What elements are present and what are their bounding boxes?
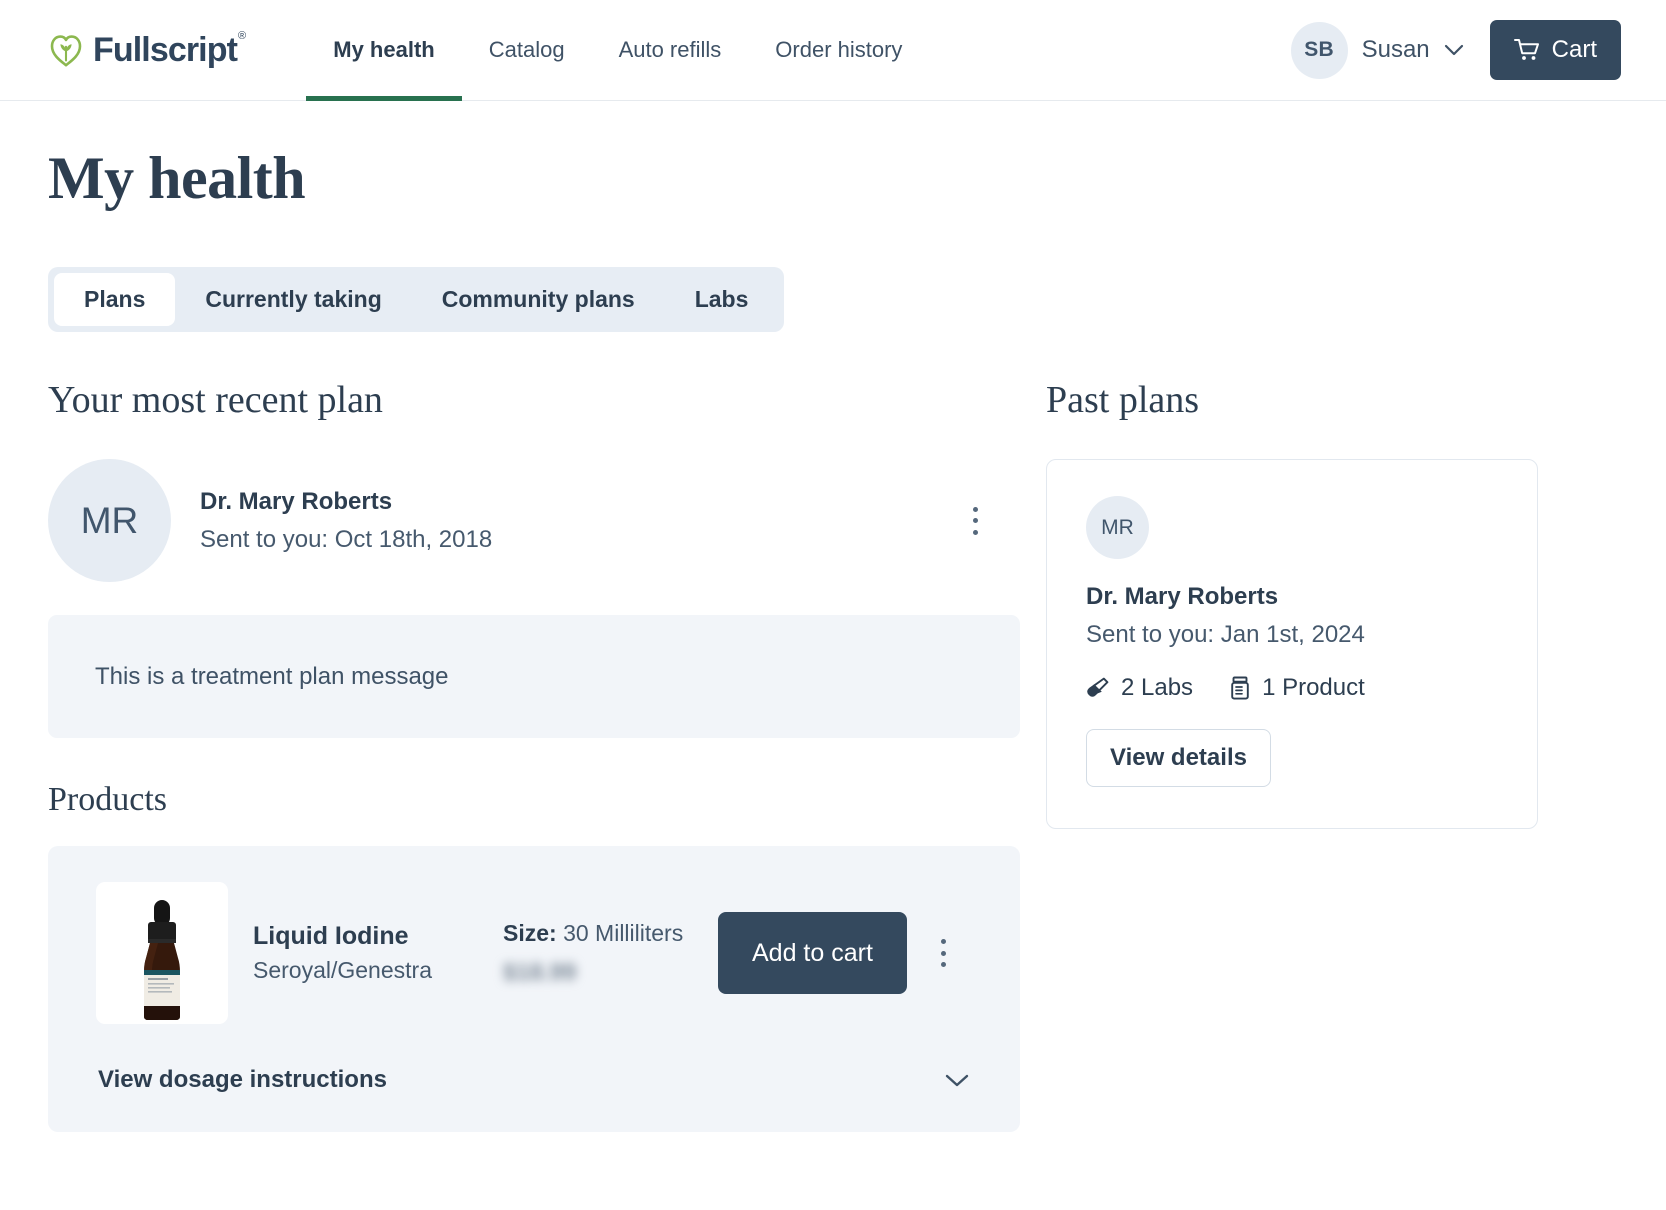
product-name: Liquid Iodine xyxy=(253,922,409,950)
kebab-dot xyxy=(972,529,978,535)
kebab-dot xyxy=(941,962,947,967)
top-navigation-bar: Fullscript® My health Catalog Auto refil… xyxy=(0,0,1666,101)
practitioner-avatar: MR xyxy=(48,459,171,582)
practitioner-name: Dr. Mary Roberts xyxy=(200,487,393,515)
past-plan-products-label: 1 Product xyxy=(1262,674,1365,701)
plan-options-menu-button[interactable] xyxy=(962,504,988,538)
tab-bar: Plans Currently taking Community plans L… xyxy=(48,267,785,332)
my-health-page: Fullscript® My health Catalog Auto refil… xyxy=(0,0,1666,1210)
product-size: Size: 30 Milliliters xyxy=(503,920,718,947)
nav-item-label: Auto refills xyxy=(618,37,722,62)
main-content: My health Plans Currently taking Communi… xyxy=(0,144,1666,1132)
past-plan-labs-stat: 2 Labs xyxy=(1086,674,1193,702)
nav-item-my-health[interactable]: My health xyxy=(306,0,463,101)
past-plan-card: MR Dr. Mary Roberts Sent to you: Jan 1st… xyxy=(1046,459,1538,829)
fullscript-logo[interactable]: Fullscript® xyxy=(48,29,246,69)
treatment-plan-message: This is a treatment plan message xyxy=(95,662,449,690)
product-image[interactable] xyxy=(96,882,228,1024)
past-plan-sent-date: Sent to you: Jan 1st, 2024 xyxy=(1086,621,1365,648)
past-plan-practitioner: Dr. Mary Roberts xyxy=(1086,583,1279,610)
brand-name: Fullscript® xyxy=(93,29,246,69)
plan-header-text: Dr. Mary Roberts Sent to you: Oct 18th, … xyxy=(200,488,492,554)
product-size-value: 30 Milliliters xyxy=(563,919,684,946)
nav-item-auto-refills[interactable]: Auto refills xyxy=(592,0,749,101)
recent-plan-column: Your most recent plan MR Dr. Mary Robert… xyxy=(48,378,1020,1132)
content-columns: Your most recent plan MR Dr. Mary Robert… xyxy=(48,378,1618,1132)
product-brand: Seroyal/Genestra xyxy=(253,957,432,983)
pill-bottle-icon xyxy=(1231,676,1249,700)
past-plan-labs-label: 2 Labs xyxy=(1121,674,1194,701)
page-title: My health xyxy=(48,145,306,211)
tab-plans[interactable]: Plans xyxy=(54,273,176,326)
kebab-dot xyxy=(972,506,978,512)
product-row: Liquid Iodine Seroyal/Genestra Size: 30 … xyxy=(96,882,972,1024)
avatar: SB xyxy=(1290,21,1348,79)
past-plan-products-stat: 1 Product xyxy=(1229,674,1365,702)
plan-header: MR Dr. Mary Roberts Sent to you: Oct 18t… xyxy=(48,459,1020,582)
treatment-plan-message-box: This is a treatment plan message xyxy=(48,615,1020,738)
tab-label: Community plans xyxy=(441,286,635,312)
nav-item-label: Catalog xyxy=(488,37,565,62)
view-details-button[interactable]: View details xyxy=(1086,729,1271,787)
past-plan-stats: 2 Labs 1 Product xyxy=(1086,674,1498,702)
test-tube-icon xyxy=(1087,677,1109,697)
chevron-down-icon xyxy=(945,1074,969,1086)
user-name-label: Susan xyxy=(1361,36,1430,63)
cart-label: Cart xyxy=(1551,36,1597,63)
add-to-cart-button[interactable]: Add to cart xyxy=(718,912,907,994)
shopping-cart-icon xyxy=(1513,39,1539,60)
trademark-symbol: ® xyxy=(238,29,246,42)
main-nav-links: My health Catalog Auto refills Order his… xyxy=(306,0,929,101)
product-titles: Liquid Iodine Seroyal/Genestra xyxy=(253,922,503,984)
tab-currently-taking[interactable]: Currently taking xyxy=(175,273,411,326)
product-meta: Size: 30 Milliliters $18.99 xyxy=(503,920,718,987)
plan-sent-date: Sent to you: Oct 18th, 2018 xyxy=(200,525,493,553)
kebab-dot xyxy=(941,939,947,944)
nav-item-label: My health xyxy=(333,37,435,62)
tab-label: Plans xyxy=(84,286,146,312)
user-menu[interactable]: SB Susan xyxy=(1290,21,1464,79)
kebab-dot xyxy=(941,950,947,956)
past-plans-heading: Past plans xyxy=(1046,379,1200,421)
tab-labs[interactable]: Labs xyxy=(665,273,779,326)
tab-community-plans[interactable]: Community plans xyxy=(412,273,665,326)
nav-item-label: Order history xyxy=(775,37,903,62)
kebab-dot xyxy=(972,518,978,523)
tab-label: Labs xyxy=(694,286,749,312)
view-dosage-instructions-row[interactable]: View dosage instructions xyxy=(96,1024,972,1132)
nav-item-order-history[interactable]: Order history xyxy=(748,0,929,101)
chevron-down-icon xyxy=(1444,44,1463,56)
dosage-instructions-label: View dosage instructions xyxy=(98,1066,387,1093)
liquid-iodine-dropper-bottle-icon xyxy=(144,900,180,1020)
cart-button[interactable]: Cart xyxy=(1489,20,1621,80)
products-heading: Products xyxy=(48,781,167,818)
heart-leaf-icon xyxy=(50,35,82,67)
past-plans-column: Past plans MR Dr. Mary Roberts Sent to y… xyxy=(1046,378,1618,1132)
tab-label: Currently taking xyxy=(205,286,382,312)
recent-plan-heading: Your most recent plan xyxy=(48,379,383,421)
product-size-label: Size: xyxy=(503,919,557,946)
past-plan-avatar: MR xyxy=(1086,496,1149,559)
product-card: Liquid Iodine Seroyal/Genestra Size: 30 … xyxy=(48,846,1020,1132)
nav-item-catalog[interactable]: Catalog xyxy=(462,0,592,101)
nav-right-group: SB Susan Cart xyxy=(1290,20,1621,80)
product-options-menu-button[interactable] xyxy=(931,936,957,970)
product-price: $18.99 xyxy=(503,958,577,986)
